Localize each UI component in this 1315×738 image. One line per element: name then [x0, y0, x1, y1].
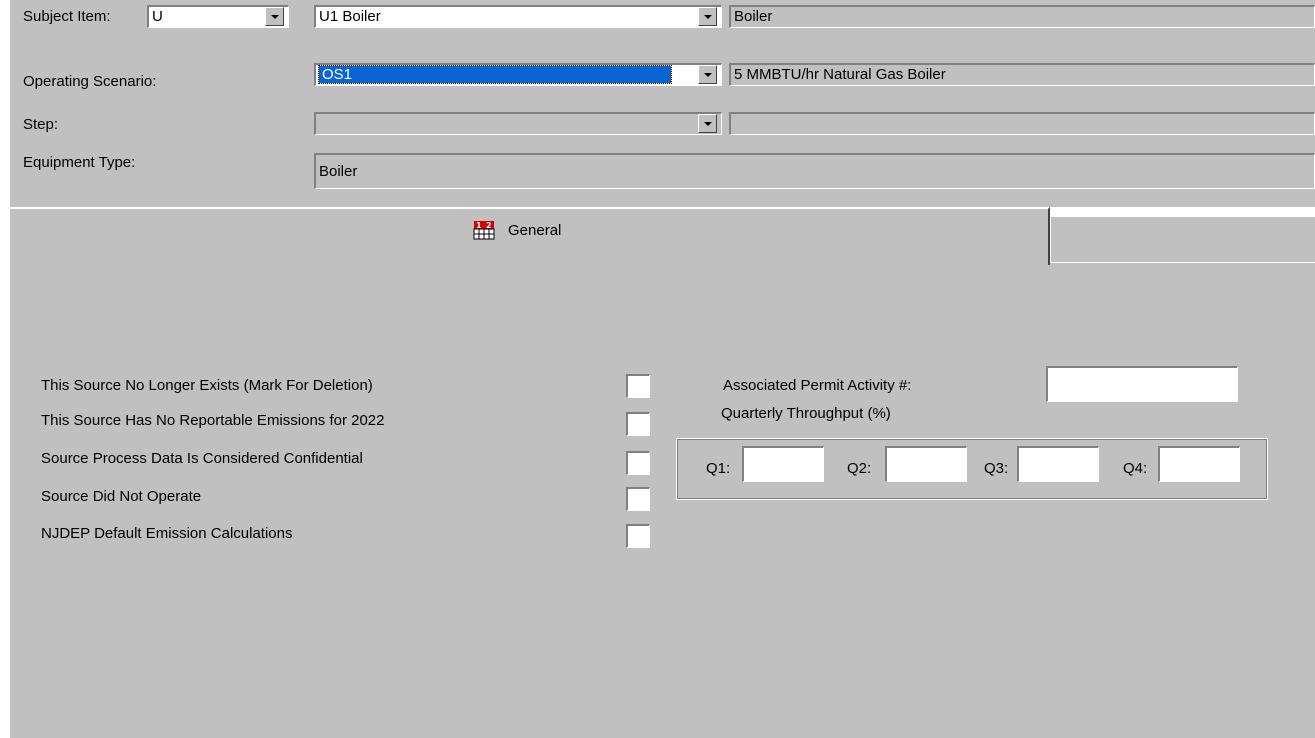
- equipment-type-label: Equipment Type:: [23, 154, 136, 171]
- checkbox-label-no-reportable-emissions: This Source Has No Reportable Emissions …: [41, 412, 385, 429]
- q2-label: Q2:: [847, 460, 872, 477]
- checkbox-did-not-operate[interactable]: [626, 487, 650, 511]
- chevron-down-icon: [703, 14, 712, 19]
- checkbox-label-confidential: Source Process Data Is Considered Confid…: [41, 450, 363, 467]
- chevron-down-icon: [703, 121, 712, 126]
- operating-scenario-value: OS1: [318, 65, 672, 84]
- checkbox-label-mark-for-deletion: This Source No Longer Exists (Mark For D…: [41, 377, 373, 394]
- subject-item-description-text: Boiler: [734, 8, 773, 25]
- step-combo[interactable]: [314, 112, 722, 135]
- chevron-down-icon: [703, 72, 712, 77]
- q2-input[interactable]: [885, 446, 967, 482]
- q1-input[interactable]: [742, 446, 824, 482]
- q4-label: Q4:: [1123, 460, 1148, 477]
- q3-label: Q3:: [984, 460, 1009, 477]
- subject-item-description: Boiler: [729, 5, 1315, 28]
- checkbox-mark-for-deletion[interactable]: [626, 374, 650, 398]
- tab-general-label-group[interactable]: 1 2 General: [473, 220, 561, 240]
- step-description: [729, 112, 1315, 135]
- q3-input[interactable]: [1017, 446, 1099, 482]
- tab-secondary[interactable]: [1050, 216, 1315, 263]
- subject-type-value: U: [152, 8, 163, 25]
- subject-item-combo[interactable]: U1 Boiler: [314, 5, 722, 28]
- checkbox-default-emission-calc[interactable]: [626, 524, 650, 548]
- operating-scenario-label: Operating Scenario:: [23, 73, 157, 90]
- checkbox-label-default-emission-calc: NJDEP Default Emission Calculations: [41, 525, 293, 542]
- equipment-type-field: Boiler: [314, 153, 1315, 189]
- checkbox-confidential[interactable]: [626, 451, 650, 475]
- operating-scenario-description-text: 5 MMBTU/hr Natural Gas Boiler: [734, 66, 946, 83]
- q4-input[interactable]: [1158, 446, 1240, 482]
- subject-item-dropdown-button[interactable]: [698, 7, 717, 26]
- tab-panel-general: [10, 263, 1315, 738]
- permit-activity-label: Associated Permit Activity #:: [723, 377, 912, 394]
- operating-scenario-description: 5 MMBTU/hr Natural Gas Boiler: [729, 63, 1315, 86]
- subject-type-dropdown-button[interactable]: [265, 7, 284, 26]
- subject-item-value: U1 Boiler: [319, 8, 381, 25]
- operating-scenario-dropdown-button[interactable]: [698, 65, 717, 84]
- operating-scenario-combo[interactable]: OS1: [314, 63, 722, 86]
- checkbox-label-did-not-operate: Source Did Not Operate: [41, 488, 202, 505]
- table-grid-icon: 1 2: [473, 221, 495, 240]
- q1-label: Q1:: [706, 460, 731, 477]
- equipment-type-value: Boiler: [319, 163, 358, 180]
- chevron-down-icon: [270, 14, 279, 19]
- quarterly-throughput-label: Quarterly Throughput (%): [721, 405, 891, 422]
- permit-activity-input[interactable]: [1046, 366, 1238, 402]
- step-dropdown-button[interactable]: [698, 114, 717, 133]
- subject-item-label: Subject Item:: [23, 8, 111, 25]
- step-label: Step:: [23, 116, 59, 133]
- checkbox-no-reportable-emissions[interactable]: [626, 412, 650, 436]
- tab-general-label: General: [508, 221, 562, 239]
